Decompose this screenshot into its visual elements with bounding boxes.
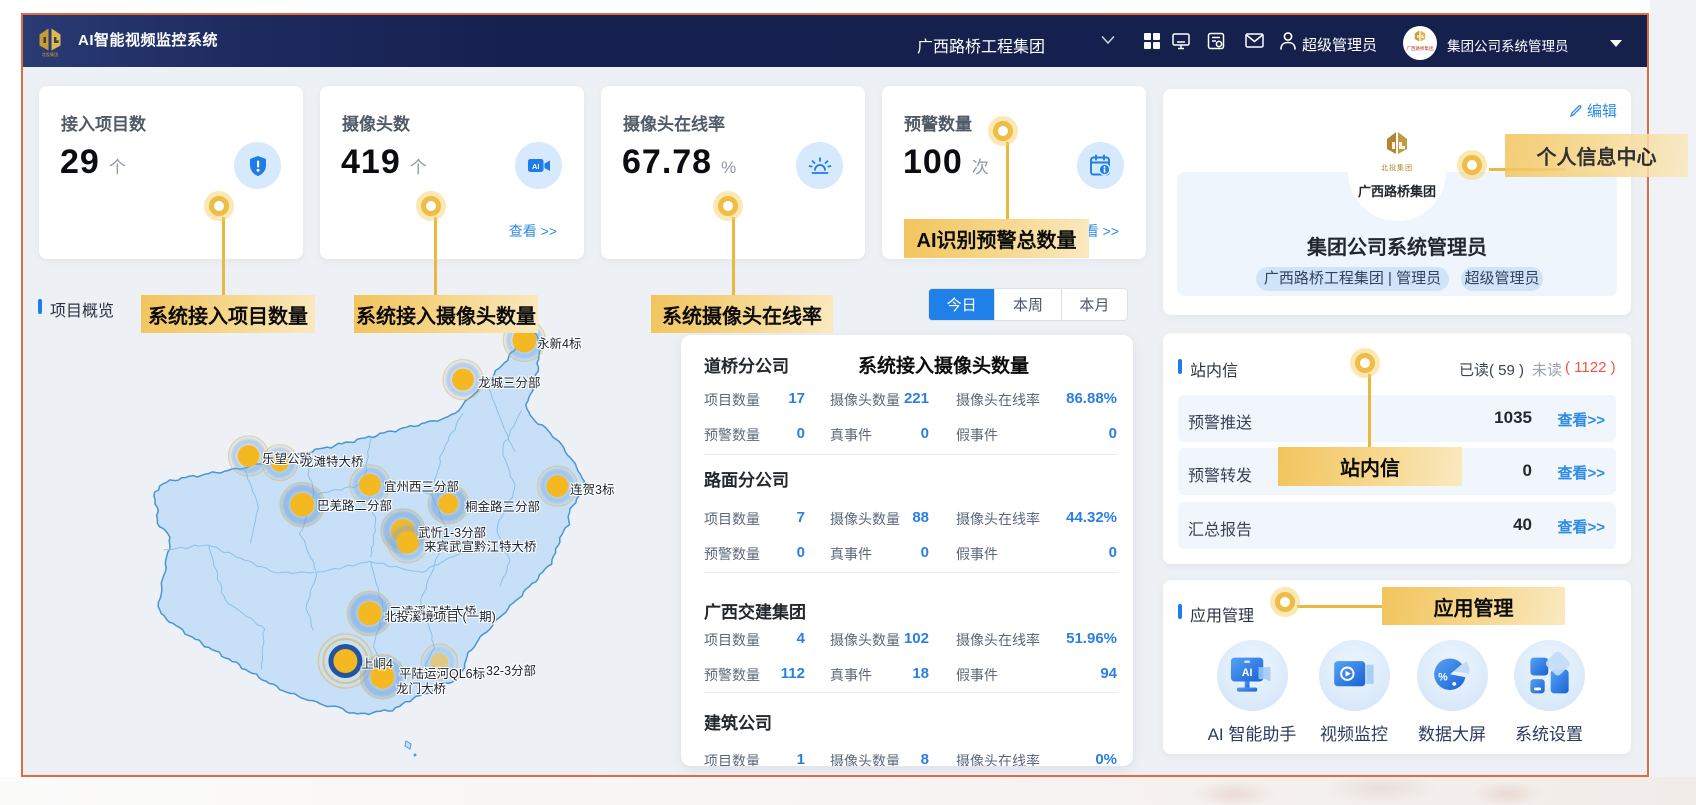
svg-text:AI: AI xyxy=(1241,667,1252,679)
svg-text:AI: AI xyxy=(531,161,539,170)
svg-text:%: % xyxy=(1438,671,1448,683)
svg-text:北投集团: 北投集团 xyxy=(42,51,59,57)
